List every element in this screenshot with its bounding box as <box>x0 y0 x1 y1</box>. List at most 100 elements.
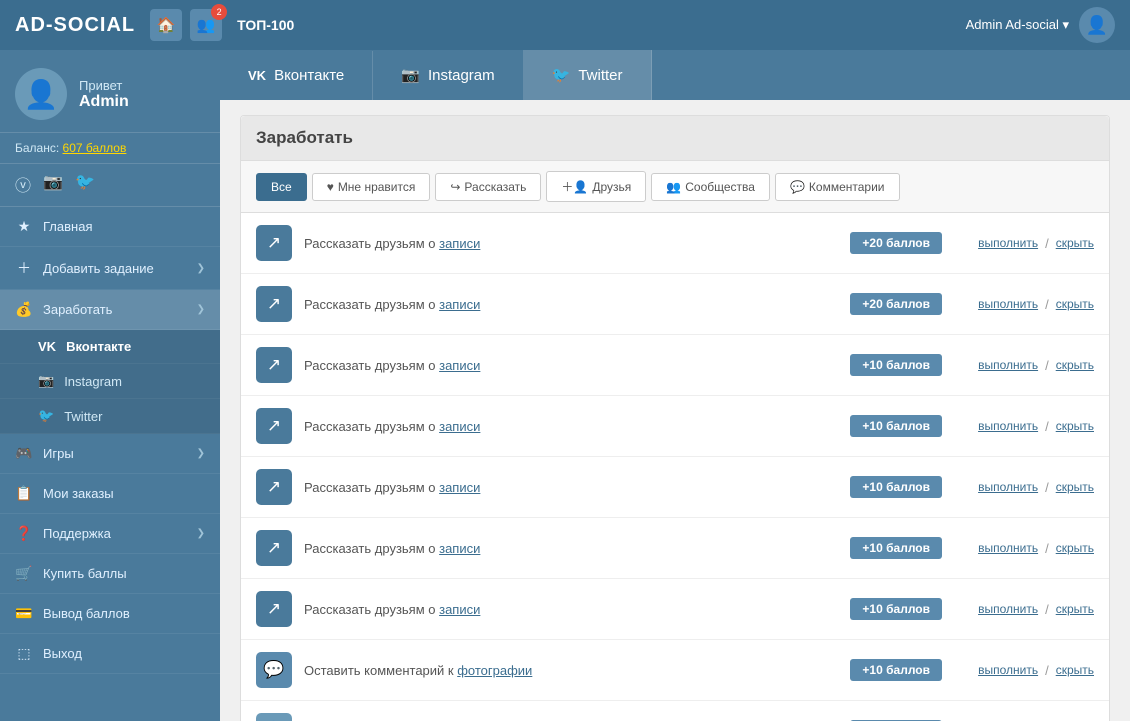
task-hide-link[interactable]: скрыть <box>1056 663 1094 677</box>
task-link[interactable]: записи <box>439 236 480 251</box>
filter-share[interactable]: ↪ Рассказать <box>435 173 541 201</box>
earn-nav-icon: 💰 <box>15 301 33 318</box>
sidebar-item-logout[interactable]: ⬚ Выход <box>0 634 220 674</box>
tab-twitter[interactable]: 🐦 Twitter <box>524 50 652 100</box>
sidebar-item-label-logout: Выход <box>43 646 82 661</box>
twitter-tab-label: Twitter <box>578 67 622 84</box>
task-perform-link[interactable]: выполнить <box>978 297 1038 311</box>
filter-likes[interactable]: ♥ Мне нравится <box>312 173 431 201</box>
top100-label[interactable]: ТОП-100 <box>237 17 294 33</box>
task-link[interactable]: записи <box>439 541 480 556</box>
task-action-separator: / <box>1045 358 1049 373</box>
task-text: Рассказать друзьям о записи <box>304 358 838 373</box>
friends-icon: ＋👤 <box>561 178 588 195</box>
content-area: Заработать Все ♥ Мне нравится ↪ Рассказа… <box>220 100 1130 721</box>
share-icon: ↪ <box>450 180 460 194</box>
twitter-social-icon[interactable]: 🐦 <box>75 172 95 196</box>
filter-comments[interactable]: 💬 Комментарии <box>775 173 900 201</box>
task-hide-link[interactable]: скрыть <box>1056 236 1094 250</box>
sidebar-item-my-orders[interactable]: 📋 Мои заказы <box>0 474 220 514</box>
user-avatar: 👤 <box>15 68 67 120</box>
task-hide-link[interactable]: скрыть <box>1056 358 1094 372</box>
task-perform-link[interactable]: выполнить <box>978 236 1038 250</box>
task-actions: выполнить / скрыть <box>954 480 1094 495</box>
task-icon-share: ↗ <box>256 591 292 627</box>
sidebar-item-games[interactable]: 🎮 Игры ❯ <box>0 434 220 474</box>
task-hide-link[interactable]: скрыть <box>1056 480 1094 494</box>
task-perform-link[interactable]: выполнить <box>978 419 1038 433</box>
instagram-social-icon[interactable]: 📷 <box>43 172 63 196</box>
task-hide-link[interactable]: скрыть <box>1056 419 1094 433</box>
task-row: ↗ Рассказать друзьям о записи +10 баллов… <box>241 579 1109 640</box>
task-perform-link[interactable]: выполнить <box>978 663 1038 677</box>
vk-sub-icon: VK <box>38 339 56 354</box>
task-link[interactable]: записи <box>439 358 480 373</box>
balance-block: Баланс: 607 баллов <box>0 133 220 164</box>
sidebar-item-label-home: Главная <box>43 219 92 234</box>
logo: AD-SOCIAL <box>15 14 135 37</box>
filter-groups[interactable]: 👥 Сообщества <box>651 173 770 201</box>
task-icon-share: ↗ <box>256 347 292 383</box>
tab-vkontakte[interactable]: VK Вконтакте <box>220 51 373 100</box>
task-perform-link[interactable]: выполнить <box>978 602 1038 616</box>
task-link[interactable]: записи <box>439 419 480 434</box>
tab-instagram[interactable]: 📷 Instagram <box>373 50 523 100</box>
filter-bar: Все ♥ Мне нравится ↪ Рассказать ＋👤 Друзь… <box>241 161 1109 213</box>
sidebar-item-add-task[interactable]: ＋ Добавить задание ❯ <box>0 247 220 290</box>
task-icon-share: ↗ <box>256 469 292 505</box>
task-action-separator: / <box>1045 602 1049 617</box>
notifications-button[interactable]: 👥 2 <box>190 9 222 41</box>
task-text: Рассказать друзьям о записи <box>304 480 838 495</box>
task-hide-link[interactable]: скрыть <box>1056 602 1094 616</box>
admin-name[interactable]: Admin Ad-social ▾ <box>966 17 1069 33</box>
filter-friends[interactable]: ＋👤 Друзья <box>546 171 646 202</box>
avatar-icon: 👤 <box>1086 15 1108 36</box>
task-row: ↗ Рассказать друзьям о записи +10 баллов… <box>241 396 1109 457</box>
sidebar-item-twitter[interactable]: 🐦 Twitter <box>0 399 220 434</box>
task-row: ↗ Рассказать друзьям о записи +20 баллов… <box>241 213 1109 274</box>
task-actions: выполнить / скрыть <box>954 297 1094 312</box>
instagram-tab-icon: 📷 <box>401 66 420 84</box>
sidebar-item-withdraw[interactable]: 💳 Вывод баллов <box>0 594 220 634</box>
task-hide-link[interactable]: скрыть <box>1056 541 1094 555</box>
header-icons: 🏠 👥 2 <box>150 9 222 41</box>
balance-value[interactable]: 607 баллов <box>63 141 127 155</box>
task-hide-link[interactable]: скрыть <box>1056 297 1094 311</box>
sidebar-item-home[interactable]: ★ Главная <box>0 207 220 247</box>
vk-social-icon[interactable]: ⓥ <box>15 172 31 196</box>
task-icon-comment: 💬 <box>256 652 292 688</box>
username: Admin <box>79 93 129 111</box>
task-perform-link[interactable]: выполнить <box>978 541 1038 555</box>
task-link[interactable]: записи <box>439 297 480 312</box>
task-text: Рассказать друзьям о записи <box>304 541 838 556</box>
task-perform-link[interactable]: выполнить <box>978 480 1038 494</box>
orders-nav-icon: 📋 <box>15 485 33 502</box>
task-action-separator: / <box>1045 480 1049 495</box>
sidebar-item-support[interactable]: ❓ Поддержка ❯ <box>0 514 220 554</box>
vk-tab-label: Вконтакте <box>274 67 344 84</box>
sidebar-item-label-my-orders: Мои заказы <box>43 486 114 501</box>
instagram-tab-label: Instagram <box>428 67 495 84</box>
admin-avatar[interactable]: 👤 <box>1079 7 1115 43</box>
task-link[interactable]: фотографии <box>457 663 532 678</box>
support-nav-icon: ❓ <box>15 525 33 542</box>
task-perform-link[interactable]: выполнить <box>978 358 1038 372</box>
task-link[interactable]: записи <box>439 480 480 495</box>
task-link[interactable]: записи <box>439 602 480 617</box>
sidebar-item-vkontakte[interactable]: VK Вконтакте <box>0 330 220 364</box>
sidebar-sub-label-instagram: Instagram <box>64 374 122 389</box>
filter-friends-label: Друзья <box>592 180 631 194</box>
task-points: +20 баллов <box>850 232 942 254</box>
task-actions: выполнить / скрыть <box>954 602 1094 617</box>
sidebar-item-earn[interactable]: 💰 Заработать ❯ <box>0 290 220 330</box>
home-button[interactable]: 🏠 <box>150 9 182 41</box>
task-text: Рассказать друзьям о записи <box>304 602 838 617</box>
sidebar-item-buy-points[interactable]: 🛒 Купить баллы <box>0 554 220 594</box>
sidebar-item-instagram[interactable]: 📷 Instagram <box>0 364 220 399</box>
sidebar-item-label-add-task: Добавить задание <box>43 261 154 276</box>
heart-icon: ♥ <box>327 180 334 194</box>
task-action-separator: / <box>1045 297 1049 312</box>
task-actions: выполнить / скрыть <box>954 236 1094 251</box>
support-chevron-icon: ❯ <box>197 528 205 539</box>
filter-all[interactable]: Все <box>256 173 307 201</box>
